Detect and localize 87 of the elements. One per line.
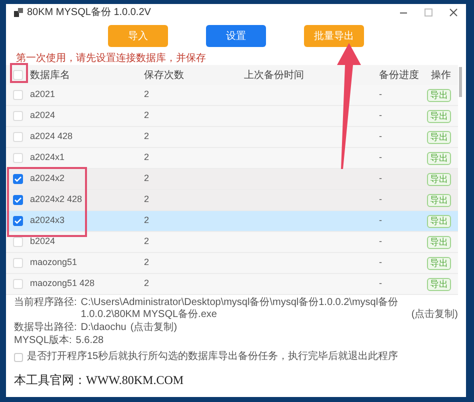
table-cell-text: a2024x2 [30, 172, 66, 186]
option-label: 是否打开程序15秒后就执行所勾选的数据库导出备份任务，执行完毕后就退出此程序 [27, 351, 398, 363]
export-button[interactable]: 导出 [427, 88, 451, 102]
table-cell-text: a2024x1 [30, 151, 66, 164]
checkbox[interactable] [13, 70, 23, 80]
export-button[interactable]: 导出 [427, 236, 451, 248]
table-cell-text: 2 [143, 277, 150, 290]
table-row[interactable]: b2024 2 - 导出 [6, 232, 458, 253]
export-button[interactable]: 导出 [427, 214, 451, 228]
toolbar-button[interactable]: 设置 [206, 25, 266, 47]
table-cell-text: maozong51 428 [30, 277, 96, 290]
table-cell-text: - [378, 214, 383, 228]
copy-link[interactable]: (点击复制) [130, 322, 178, 334]
table-cell-text: maozong51 [30, 256, 78, 270]
table-cell-text: 2 [143, 214, 150, 228]
export-button[interactable]: 导出 [427, 278, 451, 290]
table-cell-text: 2 [143, 256, 150, 270]
export-button[interactable]: 导出 [427, 152, 451, 164]
checkbox[interactable] [13, 174, 23, 184]
table-cell-text: - [378, 88, 383, 102]
table-cell-text: - [378, 193, 383, 206]
checkbox[interactable] [13, 195, 23, 205]
table-cell-text: - [378, 235, 383, 248]
table-cell-text: 2 [143, 130, 150, 144]
checkbox[interactable] [13, 132, 23, 142]
close-icon[interactable] [449, 8, 458, 17]
checkbox[interactable] [14, 352, 23, 362]
column-header: 操作 [430, 68, 452, 82]
column-header: 上次备份时间 [243, 68, 305, 82]
column-header: 数据库名 [30, 68, 71, 82]
table-cell-text: 2 [143, 193, 150, 206]
info-label: MYSQL版本: [14, 335, 72, 347]
info-label: 当前程序路径: [14, 297, 77, 309]
info-value: D:\daochu [80, 322, 126, 334]
table-row[interactable]: a2024x1 2 - 导出 [6, 148, 458, 169]
table-cell-text: a2021 [30, 88, 56, 102]
table-cell-text: 2 [143, 172, 150, 186]
table-cell-text: b2024 [30, 235, 56, 248]
maximize-icon[interactable] [424, 8, 433, 17]
highlight-box [10, 63, 28, 83]
table-cell-text: - [378, 172, 383, 186]
table-cell-text: 2 [143, 151, 150, 164]
table-row[interactable]: a2024x2 2 - 导出 [6, 169, 458, 190]
checkbox[interactable] [13, 216, 23, 226]
scrollbar[interactable] [459, 67, 462, 97]
checkbox[interactable] [13, 153, 23, 163]
table-row[interactable]: a2024 2 - 导出 [6, 106, 458, 127]
table-row[interactable]: maozong51 2 - 导出 [6, 253, 458, 274]
table-cell-text: 2 [143, 109, 150, 122]
copy-link[interactable]: (点击复制) [411, 309, 458, 321]
window-title: 80KM MYSQL备份 1.0.0.2V [27, 6, 151, 20]
column-header: 保存次数 [143, 68, 185, 82]
info-value: 5.6.28 [76, 335, 104, 347]
table-cell-text: 2 [143, 235, 150, 248]
table-row[interactable]: a2024x2 428 2 - 导出 [6, 190, 458, 211]
table-row[interactable]: a2021 2 - 导出 [6, 85, 458, 106]
column-header: 备份进度 [378, 68, 420, 82]
export-button[interactable]: 导出 [427, 194, 451, 206]
export-button[interactable]: 导出 [427, 172, 451, 186]
checkbox[interactable] [13, 258, 23, 268]
table-cell-text: - [378, 277, 383, 290]
export-button[interactable]: 导出 [427, 256, 451, 270]
table-cell-text: 2 [143, 88, 150, 102]
export-button[interactable]: 导出 [427, 110, 451, 122]
table-cell-text: a2024 428 [30, 130, 74, 144]
table-cell-text: - [378, 130, 383, 144]
table-cell-text: - [378, 109, 383, 122]
export-button[interactable]: 导出 [427, 130, 451, 144]
table-cell-text: a2024x3 [30, 214, 66, 228]
table-cell-text: - [378, 151, 383, 164]
table-row[interactable]: maozong51 428 2 - 导出 [6, 274, 458, 295]
website-text: 本工具官网：WWW.80KM.COM [13, 372, 185, 389]
checkbox[interactable] [13, 279, 23, 289]
table-row[interactable]: a2024 428 2 - 导出 [6, 127, 458, 148]
checkbox[interactable] [13, 111, 23, 121]
toolbar-button[interactable]: 批量导出 [304, 25, 364, 47]
info-value: C:\Users\Administrator\Desktop\mysql备份\mysql备份1.0.0.2\mysql备份 1.0.0.2\80KM MYSQL备份.exe [80, 297, 400, 321]
table-cell-text: a2024 [30, 109, 56, 122]
table-cell-text: - [378, 256, 383, 270]
checkbox[interactable] [13, 237, 23, 247]
notice-text: 第一次使用，请先设置连接数据库，并保存 [15, 53, 207, 65]
info-label: 数据导出路径: [14, 322, 77, 334]
app-icon [14, 8, 23, 17]
table-row[interactable]: a2024x3 2 - 导出 [6, 211, 458, 232]
toolbar-button[interactable]: 导入 [108, 25, 168, 47]
table-cell-text: a2024x2 428 [30, 193, 84, 206]
checkbox[interactable] [13, 90, 23, 100]
